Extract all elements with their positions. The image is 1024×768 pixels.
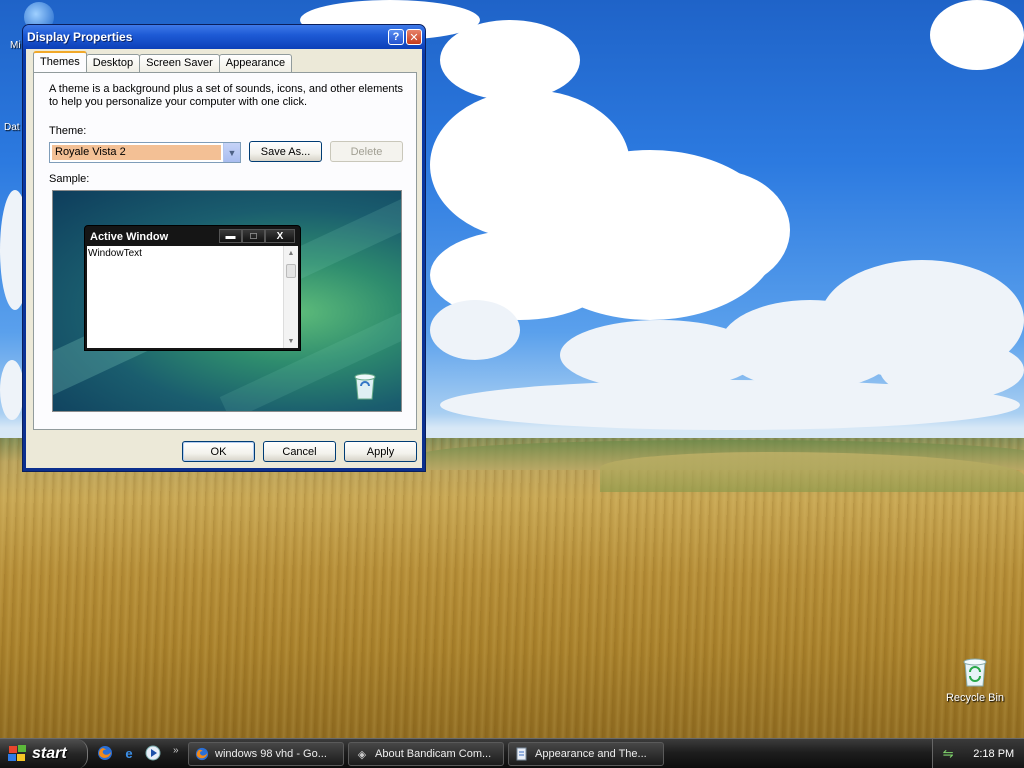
bandicam-icon: ◈ <box>357 748 367 761</box>
themes-panel: A theme is a background plus a set of so… <box>33 72 417 430</box>
maximize-icon: □ <box>242 229 265 243</box>
ie-icon[interactable]: e <box>120 744 138 762</box>
system-tray: ⇋ 2:18 PM <box>932 739 1024 768</box>
minimize-icon: ▬ <box>219 229 242 243</box>
dialog-title: Display Properties <box>27 30 133 44</box>
network-icon[interactable]: ⇋ <box>943 746 954 762</box>
desktop-icon-label: Mi <box>10 40 21 51</box>
dialog-body: Themes Desktop Screen Saver Appearance A… <box>26 49 422 468</box>
taskbar-button[interactable]: Appearance and The... <box>508 742 664 766</box>
ok-button[interactable]: OK <box>182 441 255 462</box>
tab-desktop[interactable]: Desktop <box>85 54 141 72</box>
close-icon: X <box>265 229 295 243</box>
preview-recycle-bin-icon <box>353 371 377 401</box>
tab-strip: Themes Desktop Screen Saver Appearance <box>33 51 293 72</box>
sample-label: Sample: <box>49 173 90 185</box>
theme-dropdown[interactable]: Royale Vista 2 ▼ <box>49 142 241 163</box>
recycle-bin-icon <box>961 656 989 688</box>
chevron-down-icon[interactable]: ▼ <box>223 143 240 162</box>
preview-window-client: WindowText <box>87 246 283 348</box>
taskbar-button[interactable]: windows 98 vhd - Go... <box>188 742 344 766</box>
taskbar: start e » windows 98 vhd - Go... ◈ About… <box>0 738 1024 768</box>
theme-preview: Active Window ▬ □ X WindowText ▲ ▼ <box>52 190 402 412</box>
media-player-icon[interactable] <box>144 744 162 762</box>
quick-launch: e <box>96 744 162 762</box>
theme-dropdown-value: Royale Vista 2 <box>52 145 221 160</box>
preview-window-title-text: Active Window <box>90 231 169 243</box>
firefox-icon[interactable] <box>96 744 114 762</box>
firefox-icon <box>195 747 209 761</box>
tab-screen-saver[interactable]: Screen Saver <box>139 54 220 72</box>
save-as-button[interactable]: Save As... <box>249 141 322 162</box>
desktop-icon-label: Dat <box>4 122 20 133</box>
apply-button[interactable]: Apply <box>344 441 417 462</box>
scroll-thumb <box>286 264 296 278</box>
taskbar-button[interactable]: ◈ About Bandicam Com... <box>348 742 504 766</box>
dialog-titlebar[interactable]: Display Properties ? ✕ <box>23 25 425 49</box>
preview-active-window: Active Window ▬ □ X WindowText ▲ ▼ <box>84 225 301 351</box>
chevron-right-icon[interactable]: » <box>173 745 179 756</box>
close-button[interactable]: ✕ <box>406 29 422 45</box>
display-properties-dialog: Display Properties ? ✕ Themes Desktop Sc… <box>22 24 426 472</box>
taskbar-button-label: windows 98 vhd - Go... <box>215 748 327 760</box>
delete-button[interactable]: Delete <box>330 141 403 162</box>
scroll-up-icon: ▲ <box>287 249 295 257</box>
control-panel-icon <box>515 747 529 761</box>
preview-window-title: Active Window ▬ □ X <box>85 226 300 246</box>
preview-scrollbar: ▲ ▼ <box>283 246 298 348</box>
windows-flag-icon <box>8 745 28 763</box>
start-label: start <box>32 745 67 762</box>
cancel-button[interactable]: Cancel <box>263 441 336 462</box>
taskbar-button-label: About Bandicam Com... <box>375 748 492 760</box>
tab-appearance[interactable]: Appearance <box>218 54 293 72</box>
recycle-bin[interactable]: Recycle Bin <box>944 656 1006 704</box>
theme-label: Theme: <box>49 125 87 137</box>
help-button[interactable]: ? <box>388 29 404 45</box>
taskbar-button-label: Appearance and The... <box>535 748 647 760</box>
start-button[interactable]: start <box>0 739 88 768</box>
tab-themes[interactable]: Themes <box>33 51 87 72</box>
clock[interactable]: 2:18 PM <box>973 748 1014 760</box>
scroll-down-icon: ▼ <box>287 337 295 345</box>
recycle-bin-label: Recycle Bin <box>945 692 1005 704</box>
themes-description: A theme is a background plus a set of so… <box>49 83 404 108</box>
